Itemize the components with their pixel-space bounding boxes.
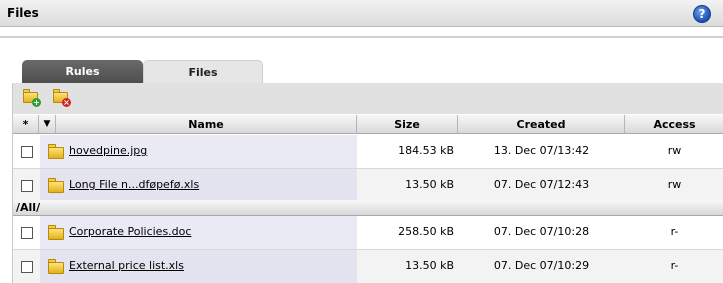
title-bar: Files ?	[0, 0, 723, 27]
row-checkbox[interactable]	[21, 180, 33, 192]
group-header: /All/	[13, 200, 723, 216]
file-created: 07. Dec 07/10:29	[493, 259, 590, 272]
tab-rules[interactable]: Rules	[22, 60, 143, 83]
folder-icon	[48, 224, 66, 240]
folder-icon	[48, 143, 66, 159]
file-size: 184.53 kB	[398, 144, 454, 157]
file-size: 13.50 kB	[405, 178, 454, 191]
file-size: 258.50 kB	[398, 225, 454, 238]
column-header-access[interactable]: Access	[625, 115, 723, 134]
folder-icon	[48, 258, 66, 274]
divider	[0, 36, 723, 38]
add-folder-icon[interactable]: +	[22, 89, 42, 107]
column-header-name[interactable]: Name	[56, 115, 357, 134]
file-size: 13.50 kB	[405, 259, 454, 272]
table-header: * ▼ Name Size Created Access	[13, 115, 723, 134]
group-label: /All/	[16, 201, 41, 214]
column-header-created[interactable]: Created	[458, 115, 625, 134]
file-access: r-	[670, 225, 679, 238]
file-name-link[interactable]: hovedpine.jpg	[69, 144, 147, 157]
row-checkbox[interactable]	[21, 227, 33, 239]
file-access: rw	[667, 178, 682, 191]
row-checkbox[interactable]	[21, 146, 33, 158]
row-checkbox[interactable]	[21, 261, 33, 273]
table-row[interactable]: hovedpine.jpg 184.53 kB 13. Dec 07/13:42…	[13, 135, 723, 169]
table-row[interactable]: Long File n...dføpefø.xls 13.50 kB 07. D…	[13, 169, 723, 203]
file-created: 07. Dec 07/12:43	[493, 178, 590, 191]
folder-icon	[48, 177, 66, 193]
file-name-link[interactable]: Corporate Policies.doc	[69, 225, 191, 238]
files-panel: + × * ▼ Name Size Created Access hovedpi…	[12, 83, 723, 283]
column-header-size[interactable]: Size	[357, 115, 458, 134]
file-name-link[interactable]: Long File n...dføpefø.xls	[69, 178, 199, 191]
file-name-link[interactable]: External price list.xls	[69, 259, 184, 272]
file-created: 07. Dec 07/10:28	[493, 225, 590, 238]
file-created: 13. Dec 07/13:42	[493, 144, 590, 157]
table-row[interactable]: Corporate Policies.doc 258.50 kB 07. Dec…	[13, 216, 723, 250]
table-row[interactable]: External price list.xls 13.50 kB 07. Dec…	[13, 250, 723, 283]
sort-arrow-icon[interactable]: ▼	[39, 115, 56, 134]
help-icon[interactable]: ?	[693, 5, 711, 23]
toolbar: + ×	[13, 83, 723, 114]
tab-files[interactable]: Files	[143, 60, 263, 83]
file-access: r-	[670, 259, 679, 272]
window-title: Files	[7, 6, 39, 20]
select-all-header[interactable]: *	[13, 115, 39, 134]
file-access: rw	[667, 144, 682, 157]
delete-folder-icon[interactable]: ×	[52, 89, 72, 107]
